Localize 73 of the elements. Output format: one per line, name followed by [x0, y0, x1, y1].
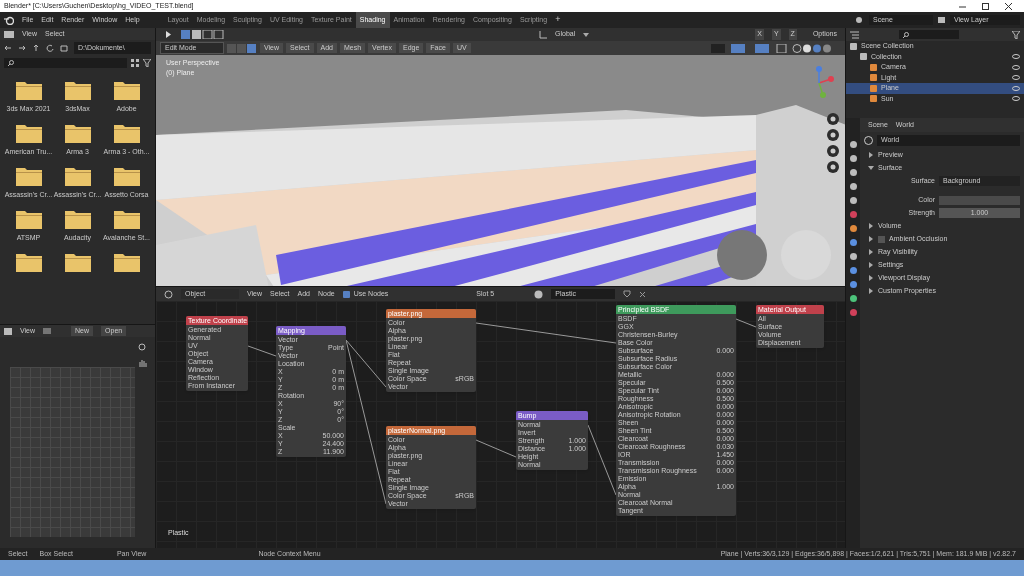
close-icon[interactable] [1005, 2, 1012, 10]
scene-icon[interactable] [856, 16, 865, 24]
folder-icon[interactable] [64, 209, 91, 229]
outliner-search-field[interactable] [899, 30, 959, 39]
collapsed-triangle-icon[interactable] [868, 236, 874, 242]
output-icon[interactable] [848, 168, 858, 177]
search-field[interactable] [4, 58, 127, 68]
folder-icon[interactable] [15, 209, 42, 229]
collapsed-triangle-icon[interactable] [868, 288, 874, 294]
world-icon[interactable] [848, 210, 858, 219]
property-field[interactable] [939, 195, 1020, 205]
folder-icon[interactable] [113, 80, 140, 100]
ambient-occlusion-checkbox[interactable] [878, 235, 885, 243]
folder-icon[interactable] [64, 166, 91, 186]
folder-icon[interactable] [15, 80, 42, 100]
select-mode-icons[interactable] [227, 43, 257, 53]
parent-folder-icon[interactable] [32, 44, 40, 52]
image-editor-icon[interactable] [4, 327, 12, 335]
folder-editor-icon[interactable] [4, 30, 14, 38]
material-icon[interactable] [848, 308, 858, 317]
wrench-icon[interactable] [848, 238, 858, 247]
filter-icon[interactable] [1012, 30, 1020, 39]
view-layer-icon[interactable] [848, 182, 858, 191]
collapsed-triangle-icon[interactable] [868, 249, 874, 255]
physics-icon[interactable] [848, 266, 858, 275]
material-sphere-icon[interactable] [534, 289, 544, 299]
search-icon [8, 60, 14, 66]
constraint-icon[interactable] [848, 280, 858, 289]
folder-icon[interactable] [15, 252, 42, 272]
add-workspace-button[interactable]: + [551, 13, 565, 27]
collapsed-triangle-icon[interactable] [868, 275, 874, 281]
node-link [248, 345, 277, 357]
select-cursor-icon[interactable] [164, 30, 173, 39]
folder-icon[interactable] [113, 209, 140, 229]
refresh-icon[interactable] [46, 44, 54, 52]
folder-icon[interactable] [64, 123, 91, 143]
filter-icon[interactable] [143, 59, 151, 67]
node-link [736, 318, 757, 328]
editor-type-icon[interactable] [164, 289, 173, 299]
world-icon[interactable] [864, 135, 873, 145]
node-link [476, 439, 517, 458]
folder-icon[interactable] [113, 252, 140, 272]
folder-icon[interactable] [64, 252, 91, 272]
search-icon [903, 31, 909, 38]
folder-icon[interactable] [64, 80, 91, 100]
render-icon[interactable] [848, 154, 858, 163]
menu-icon[interactable] [43, 328, 52, 334]
folder-icon[interactable] [15, 123, 42, 143]
grid-view-icon[interactable] [131, 59, 139, 67]
back-arrow-icon[interactable] [4, 44, 12, 52]
forward-arrow-icon[interactable] [18, 44, 26, 52]
view-layer-icon[interactable] [937, 16, 946, 24]
particles-icon[interactable] [848, 252, 858, 261]
shield-icon[interactable] [623, 290, 632, 298]
blender-logo-icon[interactable] [4, 15, 14, 25]
folder-icon[interactable] [15, 166, 42, 186]
object-icon[interactable] [848, 224, 858, 233]
folder-icon[interactable] [113, 123, 140, 143]
maximize-icon[interactable] [982, 2, 989, 10]
selection-mode-icons[interactable] [181, 30, 226, 39]
expanded-triangle-icon[interactable] [868, 165, 874, 171]
orientation-icon[interactable] [539, 30, 547, 39]
folder-icon[interactable] [113, 166, 140, 186]
mesh-data-icon[interactable] [848, 294, 858, 303]
tool-icon[interactable] [848, 140, 858, 149]
scene-icon[interactable] [848, 196, 858, 205]
caret-icon [583, 32, 590, 37]
shader-node[interactable] [616, 305, 736, 516]
collapsed-triangle-icon[interactable] [868, 262, 874, 268]
new-folder-icon[interactable] [60, 44, 68, 52]
collapsed-triangle-icon[interactable] [868, 223, 874, 229]
collapsed-triangle-icon[interactable] [868, 152, 874, 158]
display-mode-icon[interactable] [850, 30, 859, 39]
